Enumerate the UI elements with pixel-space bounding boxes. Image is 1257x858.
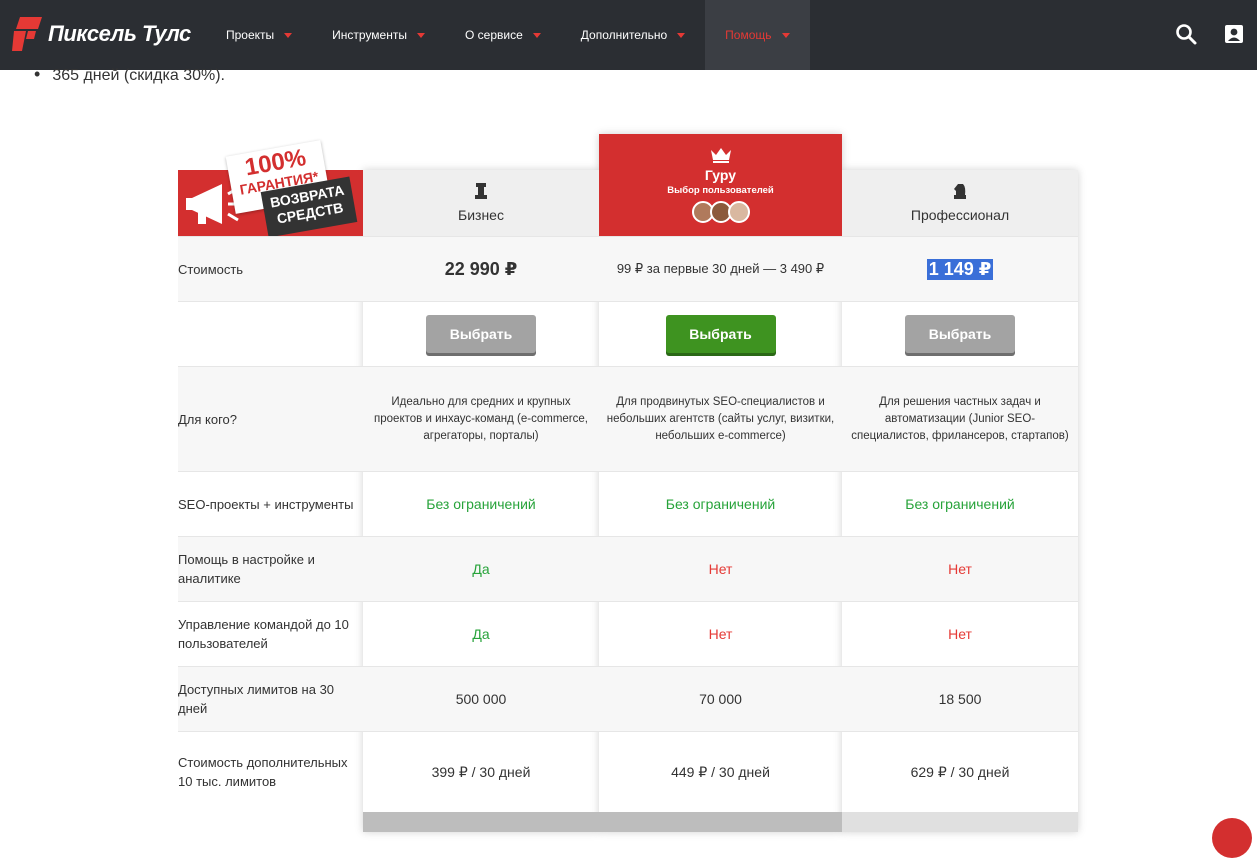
- caret-down-icon: [532, 32, 541, 38]
- plan-name: Профессионал: [910, 207, 1010, 223]
- row-label: SEO-проекты + инструменты: [178, 496, 354, 512]
- menu-item-extra[interactable]: Дополнительно: [561, 0, 705, 70]
- price-cell: 99 ₽ за первые 30 дней — 3 490 ₽: [599, 237, 842, 301]
- extra-value: 399 ₽ / 30 дней: [431, 763, 531, 780]
- seo-value: Без ограничений: [905, 496, 1015, 512]
- plan-price: 1 149 ₽: [926, 258, 994, 280]
- limits-value: 70 000: [599, 667, 842, 731]
- price-cell: 22 990 ₽: [363, 237, 599, 301]
- plan-header-business: Бизнес: [363, 170, 599, 236]
- guarantee-badge: 100% ГАРАНТИЯ* ВОЗВРАТА СРЕДСТВ: [178, 140, 363, 238]
- plan-header-pro: Профессионал: [842, 170, 1078, 236]
- price-cell: 1 149 ₽: [842, 237, 1078, 301]
- select-cell: Выбрать: [842, 302, 1078, 366]
- user-avatars: [691, 201, 750, 223]
- user-account-icon[interactable]: [1222, 22, 1246, 46]
- strip-cell: [599, 812, 842, 832]
- menu-item-label: Инструменты: [332, 28, 407, 42]
- menu-item-label: Проекты: [226, 28, 275, 42]
- crown-icon: [710, 148, 731, 163]
- plan-price: 22 990 ₽: [444, 258, 518, 279]
- plan-name: Гуру: [704, 167, 737, 183]
- seo-row: SEO-проекты + инструменты Без ограничени…: [178, 471, 1078, 536]
- select-pro-button[interactable]: Выбрать: [905, 315, 1015, 353]
- avatar: [727, 201, 750, 223]
- price-row: Стоимость 22 990 ₽ 99 ₽ за первые 30 дне…: [178, 236, 1078, 301]
- help-value: Нет: [842, 537, 1078, 601]
- main-menu: Проекты Инструменты О сервисе Дополнител…: [206, 0, 810, 70]
- bottom-strip: [178, 812, 1078, 832]
- team-value: Нет: [948, 626, 972, 642]
- caret-down-icon: [677, 32, 686, 38]
- chess-knight-icon: [954, 184, 966, 199]
- audience-text: Для продвинутых SEO-специалистов и небол…: [599, 367, 842, 471]
- select-row: Выбрать Выбрать Выбрать: [178, 301, 1078, 366]
- seo-value: Без ограничений: [426, 496, 536, 512]
- scroll-top-button[interactable]: [1212, 818, 1252, 858]
- select-cell: Выбрать: [363, 302, 599, 366]
- menu-item-label: Помощь: [725, 28, 772, 42]
- top-navbar: Пиксель Тулс Проекты Инструменты О серви…: [0, 0, 1257, 70]
- menu-item-tools[interactable]: Инструменты: [312, 0, 445, 70]
- select-business-button[interactable]: Выбрать: [426, 315, 536, 353]
- audience-row: Для кого? Идеально для средних и крупных…: [178, 366, 1078, 471]
- row-label: Стоимость дополнительных 10 тыс. лимитов: [178, 755, 348, 789]
- help-value: Нет: [599, 537, 842, 601]
- audience-text: Идеально для средних и крупных проектов …: [363, 367, 599, 471]
- row-label: Управление командой до 10 пользователей: [178, 617, 349, 651]
- menu-item-label: О сервисе: [464, 28, 523, 42]
- header-row: 100% ГАРАНТИЯ* ВОЗВРАТА СРЕДСТВ Бизнес Г…: [178, 134, 1078, 238]
- help-row: Помощь в настройке и аналитике Да Нет Не…: [178, 536, 1078, 601]
- team-value: Да: [472, 626, 490, 642]
- menu-item-help[interactable]: Помощь: [705, 0, 810, 70]
- limits-value: 500 000: [363, 667, 599, 731]
- menu-item-about[interactable]: О сервисе: [445, 0, 561, 70]
- menu-item-label: Дополнительно: [580, 28, 668, 42]
- caret-down-icon: [781, 32, 790, 38]
- search-icon[interactable]: [1174, 22, 1198, 46]
- plan-price: 99 ₽ за первые 30 дней — 3 490 ₽: [616, 261, 825, 276]
- select-guru-button[interactable]: Выбрать: [665, 315, 776, 353]
- caret-down-icon: [416, 32, 425, 38]
- extra-value: 629 ₽ / 30 дней: [910, 763, 1010, 780]
- row-label: Для кого?: [178, 411, 238, 427]
- logo-mark-icon: [12, 17, 42, 51]
- caret-down-icon: [284, 32, 293, 38]
- extra-value: 449 ₽ / 30 дней: [671, 763, 770, 780]
- seo-value: Без ограничений: [665, 496, 776, 512]
- select-cell: Выбрать: [599, 302, 842, 366]
- extra-limits-row: Стоимость дополнительных 10 тыс. лимитов…: [178, 731, 1078, 812]
- limits-value: 18 500: [842, 667, 1078, 731]
- plan-name: Бизнес: [458, 207, 504, 223]
- team-row: Управление командой до 10 пользователей …: [178, 601, 1078, 666]
- plan-header-guru: Гуру Выбор пользователей: [599, 134, 842, 236]
- strip-cell: [842, 812, 1078, 832]
- strip-cell: [363, 812, 599, 832]
- plan-subtitle: Выбор пользователей: [667, 185, 774, 196]
- help-value: Да: [363, 537, 599, 601]
- row-label: Доступных лимитов на 30 дней: [178, 682, 335, 716]
- team-value: Нет: [708, 626, 733, 642]
- row-label: Стоимость: [178, 261, 244, 277]
- row-label: Помощь в настройке и аналитике: [178, 552, 315, 586]
- brand-name: Пиксель Тулс: [48, 21, 191, 46]
- menu-item-projects[interactable]: Проекты: [206, 0, 312, 70]
- logo[interactable]: Пиксель Тулс: [12, 16, 191, 52]
- audience-text: Для решения частных задач и автоматизаци…: [842, 367, 1078, 471]
- intro-bullet: 365 дней (скидка 30%).: [34, 64, 225, 85]
- chess-rook-icon: [475, 183, 487, 199]
- limits-row: Доступных лимитов на 30 дней 500 000 70 …: [178, 666, 1078, 731]
